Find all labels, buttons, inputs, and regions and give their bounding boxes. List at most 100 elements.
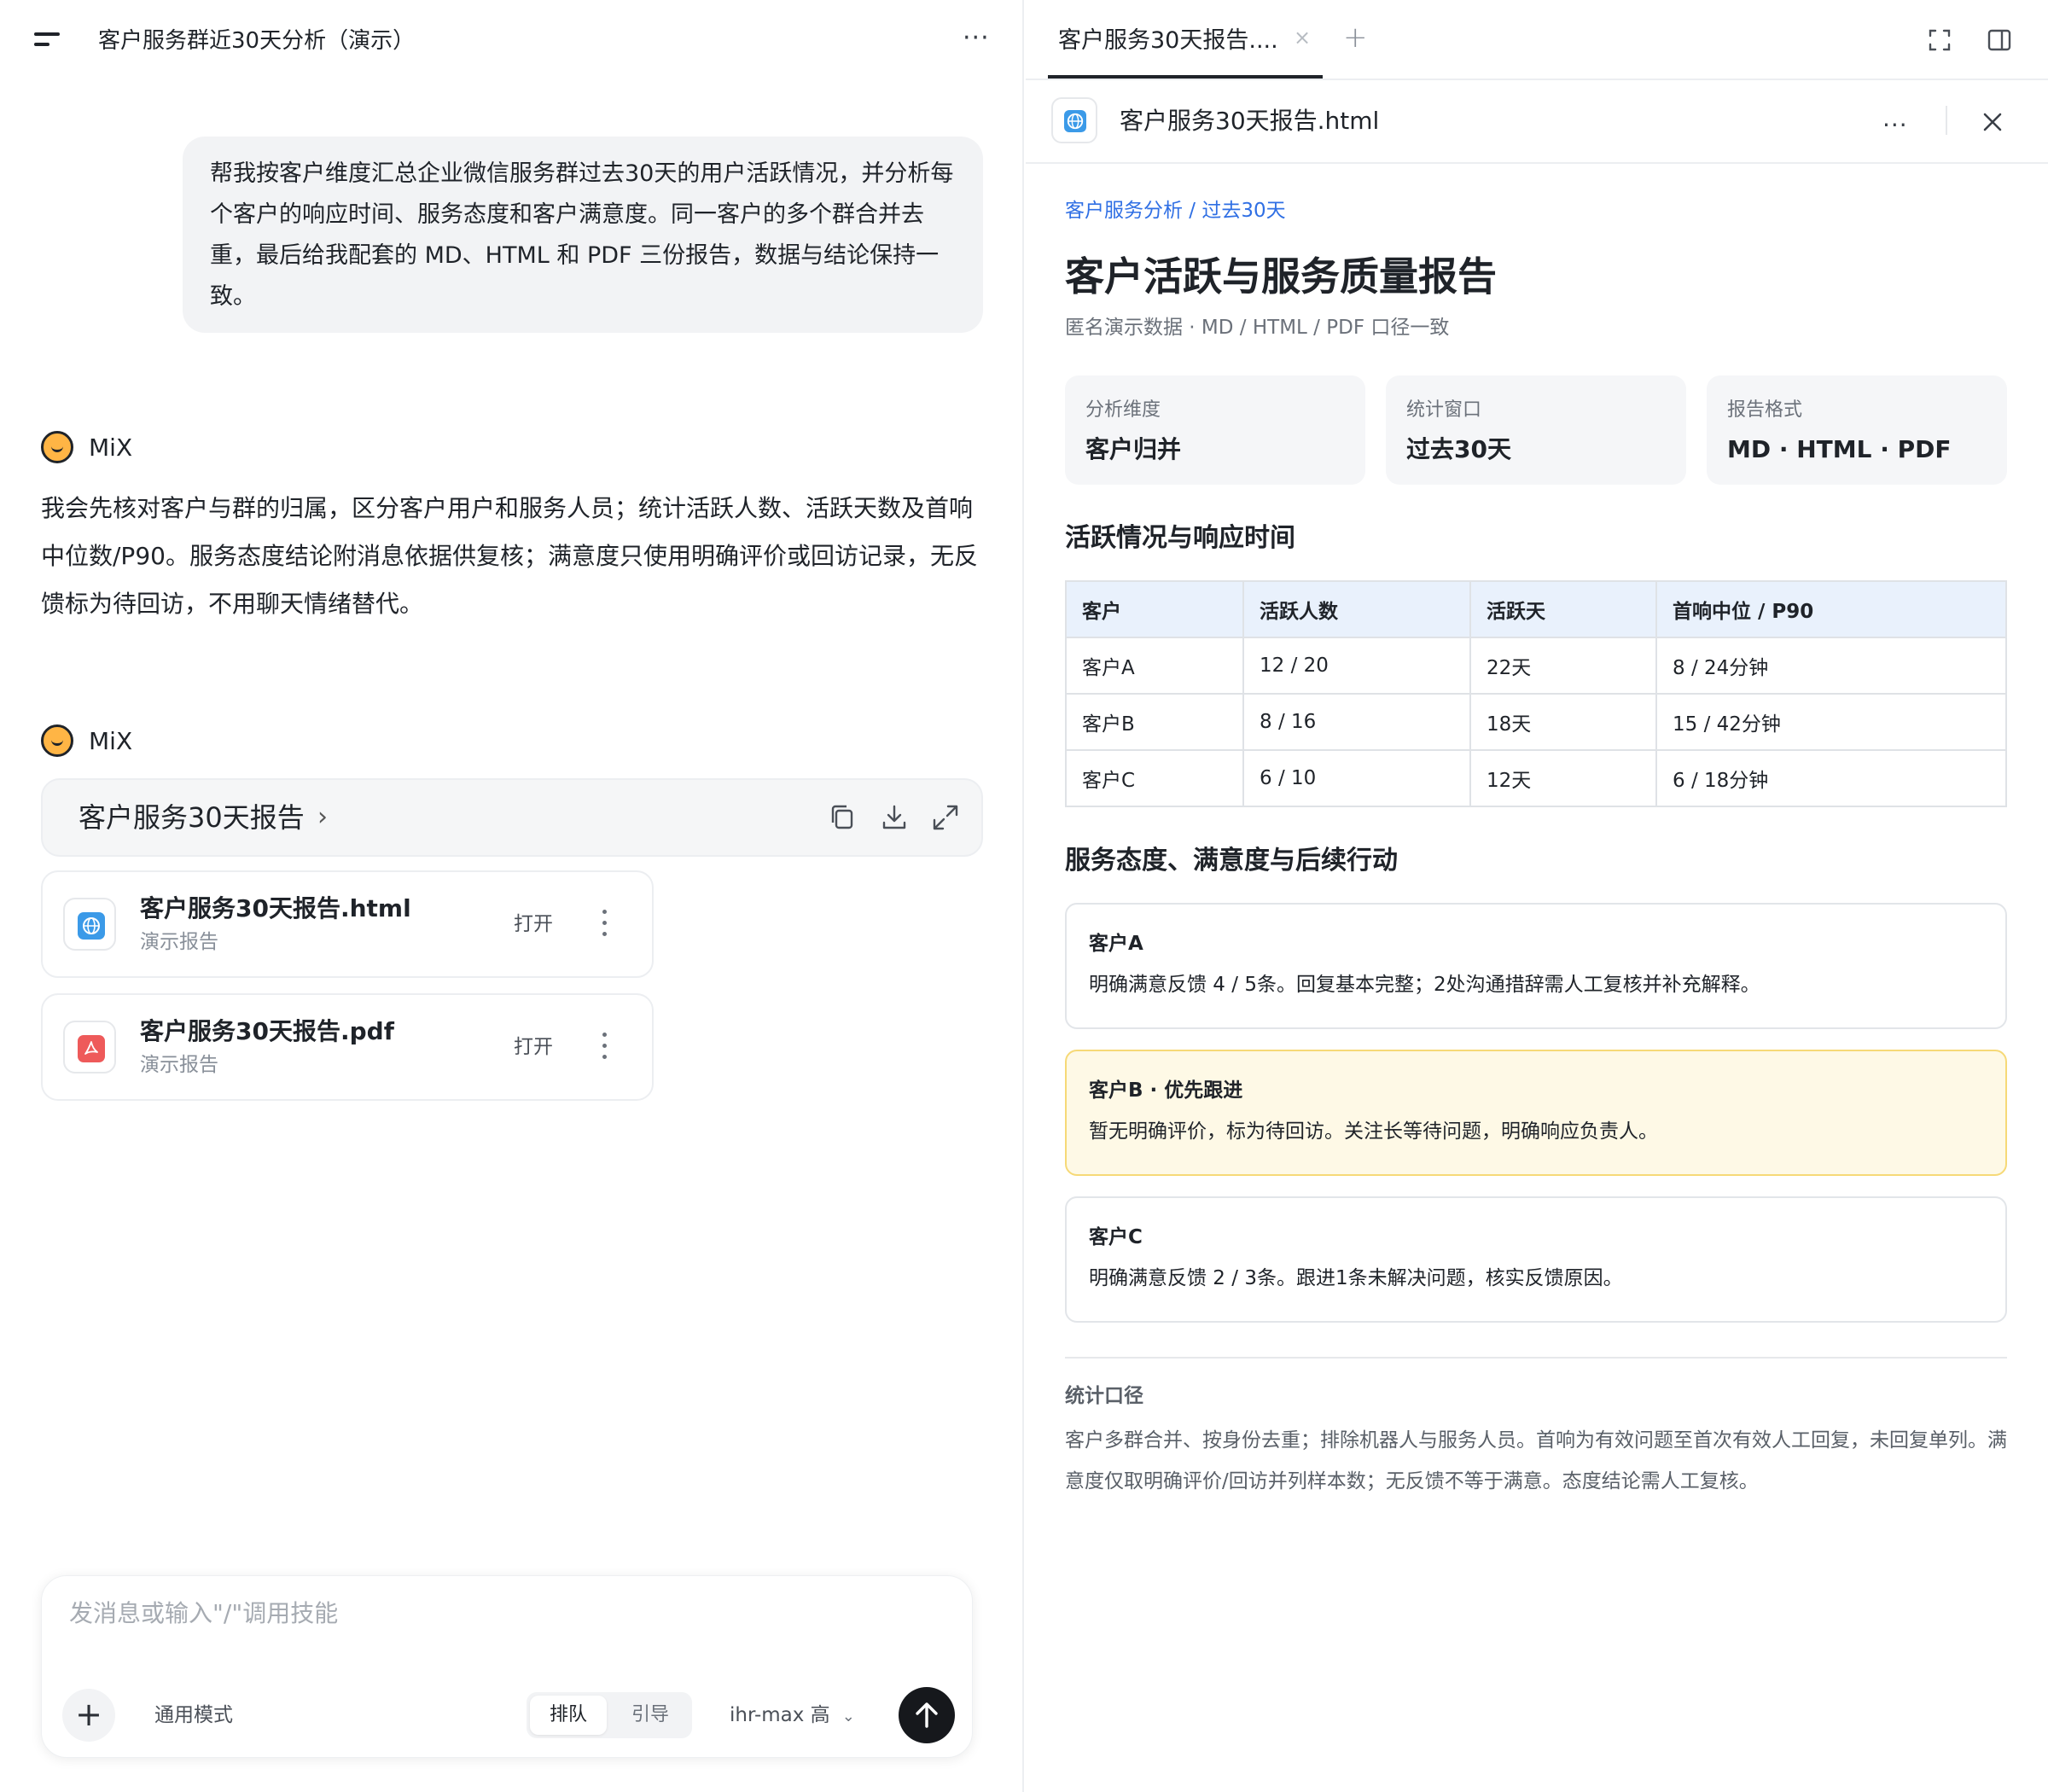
customer-note: 客户C 明确满意反馈 2 / 3条。跟进1条未解决问题，核实反馈原因。 <box>1065 1196 2007 1323</box>
sidebar-toggle-icon[interactable] <box>34 31 60 51</box>
message-composer[interactable]: 发消息或输入"/"调用技能 + 通用模式 排队 引导 ihr-max 高 ⌄ <box>41 1575 973 1758</box>
report-card-title: 客户服务30天报告 <box>79 801 305 834</box>
model-selector[interactable]: ihr-max 高 ⌄ <box>730 1701 855 1731</box>
table-cell: 客户B <box>1065 693 1244 751</box>
activity-table: 客户 活跃人数 活跃天 首响中位 / P90 客户A 12 / 20 22天 8… <box>1065 580 2007 807</box>
table-cell: 12 / 20 <box>1242 637 1471 695</box>
table-cell: 6 / 18分钟 <box>1655 749 2007 807</box>
assistant-reply: 我会先核对客户与群的归属，区分客户用户和服务人员；统计活跃人数、活跃天数及首响中… <box>41 494 978 618</box>
message-input[interactable]: 发消息或输入"/"调用技能 <box>69 1597 338 1631</box>
method-title: 统计口径 <box>1065 1385 1143 1407</box>
table-cell: 客户C <box>1065 749 1244 807</box>
close-icon[interactable] <box>1981 111 2004 133</box>
assistant-name: MiX <box>89 726 133 755</box>
note-body: 明确满意反馈 4 / 5条。回复基本完整；2处沟通措辞需人工复核并补充解释。 <box>1089 974 1760 996</box>
kpi-card: 统计窗口 过去30天 <box>1386 375 1686 485</box>
conversation-title: 客户服务群近30天分析（演示） <box>98 28 416 54</box>
guide-option[interactable]: 引导 <box>612 1696 689 1735</box>
preview-file-name: 客户服务30天报告.html <box>1120 107 1380 135</box>
file-subtitle: 演示报告 <box>140 1054 218 1076</box>
kpi-value: 客户归并 <box>1085 435 1182 463</box>
tab-bar: 客户服务30天报告.... × + <box>1026 0 2048 80</box>
column-header: 活跃天 <box>1469 580 1657 638</box>
customer-note-priority: 客户B · 优先跟进 暂无明确评价，标为待回访。关注长等待问题，明确响应负责人。 <box>1065 1050 2007 1176</box>
table-row: 客户C 6 / 10 12天 6 / 18分钟 <box>1065 749 2007 807</box>
file-type-icon <box>1051 97 1097 143</box>
column-header: 客户 <box>1065 580 1244 638</box>
fullscreen-icon[interactable] <box>1927 27 1952 53</box>
new-tab-icon[interactable]: + <box>1343 20 1368 55</box>
file-type-icon <box>63 1021 116 1073</box>
customer-note: 客户A 明确满意反馈 4 / 5条。回复基本完整；2处沟通措辞需人工复核并补充解… <box>1065 903 2007 1029</box>
file-card-pdf[interactable]: 客户服务30天报告.pdf 演示报告 打开 <box>41 993 654 1101</box>
table-cell: 8 / 24分钟 <box>1655 637 2007 695</box>
note-title: 客户C <box>1089 1226 1143 1248</box>
table-header-row: 客户 活跃人数 活跃天 首响中位 / P90 <box>1065 580 2007 638</box>
more-options-icon[interactable]: ··· <box>1882 113 1908 138</box>
assistant-name: MiX <box>89 433 133 462</box>
kpi-card: 报告格式 MD · HTML · PDF <box>1707 375 2007 485</box>
tab-report[interactable]: 客户服务30天报告.... <box>1058 24 1278 58</box>
note-title: 客户B · 优先跟进 <box>1089 1079 1243 1102</box>
method-body: 客户多群合并、按身份去重；排除机器人与服务人员。首响为有效问题至首次有效人工回复… <box>1065 1429 2007 1492</box>
queue-guide-toggle[interactable]: 排队 引导 <box>527 1692 692 1738</box>
pdf-icon <box>84 1041 98 1055</box>
chevron-down-icon: ⌄ <box>841 1708 855 1725</box>
kpi-value: MD · HTML · PDF <box>1727 435 1952 463</box>
divider <box>1946 106 1947 135</box>
table-cell: 6 / 10 <box>1242 749 1471 807</box>
open-button[interactable]: 打开 <box>514 1033 553 1062</box>
expand-icon[interactable] <box>930 802 961 833</box>
assistant-avatar <box>41 724 73 757</box>
divider <box>1065 1357 2007 1359</box>
kebab-menu-icon[interactable] <box>602 908 608 939</box>
side-panel-icon[interactable] <box>1987 27 2012 53</box>
file-name: 客户服务30天报告.pdf <box>140 1017 394 1045</box>
column-header: 活跃人数 <box>1242 580 1471 638</box>
kpi-label: 分析维度 <box>1085 399 1161 421</box>
chat-pane: 客户服务群近30天分析（演示） ··· 帮我按客户维度汇总企业微信服务群过去30… <box>0 0 1024 1792</box>
arrow-up-icon <box>916 1702 938 1728</box>
add-attachment-button[interactable]: + <box>62 1689 115 1742</box>
app-window: 客户服务群近30天分析（演示） ··· 帮我按客户维度汇总企业微信服务群过去30… <box>0 0 2048 1792</box>
globe-icon <box>1067 113 1084 130</box>
file-card-html[interactable]: 客户服务30天报告.html 演示报告 打开 <box>41 870 654 978</box>
file-type-icon <box>63 898 116 951</box>
kebab-menu-icon[interactable] <box>602 1031 608 1062</box>
send-button[interactable] <box>899 1687 955 1743</box>
column-header: 首响中位 / P90 <box>1655 580 2007 638</box>
close-tab-icon[interactable]: × <box>1294 26 1311 49</box>
assistant-header: MiX <box>41 430 132 464</box>
table-cell: 8 / 16 <box>1242 693 1471 751</box>
more-options-icon[interactable]: ··· <box>963 26 990 51</box>
table-cell: 15 / 42分钟 <box>1655 693 2007 751</box>
queue-option[interactable]: 排队 <box>530 1696 607 1735</box>
copy-icon[interactable] <box>828 802 858 833</box>
section-heading: 服务态度、满意度与后续行动 <box>1065 846 1398 876</box>
breadcrumb[interactable]: 客户服务分析 / 过去30天 <box>1065 198 1286 224</box>
table-row: 客户B 8 / 16 18天 15 / 42分钟 <box>1065 693 2007 751</box>
preview-pane: 客户服务30天报告.... × + 客户服务30天报告.html ··· 客户服 <box>1026 0 2048 1792</box>
note-body: 明确满意反馈 2 / 3条。跟进1条未解决问题，核实反馈原因。 <box>1089 1267 1623 1289</box>
user-message: 帮我按客户维度汇总企业微信服务群过去30天的用户活跃情况，并分析每个客户的响应时… <box>183 137 983 333</box>
chevron-right-icon[interactable]: › <box>317 802 328 832</box>
globe-icon <box>83 917 100 934</box>
table-cell: 12天 <box>1469 749 1657 807</box>
table-cell: 18天 <box>1469 693 1657 751</box>
file-header: 客户服务30天报告.html ··· <box>1026 82 2048 164</box>
table-cell: 客户A <box>1065 637 1244 695</box>
kpi-label: 报告格式 <box>1727 399 1803 421</box>
mode-selector[interactable]: 通用模式 <box>154 1701 233 1730</box>
table-cell: 22天 <box>1469 637 1657 695</box>
report-card[interactable]: 客户服务30天报告 › <box>41 778 983 857</box>
table-row: 客户A 12 / 20 22天 8 / 24分钟 <box>1065 637 2007 695</box>
note-body: 暂无明确评价，标为待回访。关注长等待问题，明确响应负责人。 <box>1089 1120 1658 1143</box>
download-icon[interactable] <box>879 802 910 833</box>
section-heading: 活跃情况与响应时间 <box>1065 523 1295 553</box>
report-title: 客户活跃与服务质量报告 <box>1065 253 1497 300</box>
note-title: 客户A <box>1089 933 1143 955</box>
open-button[interactable]: 打开 <box>514 910 553 939</box>
kpi-card: 分析维度 客户归并 <box>1065 375 1365 485</box>
report-subtitle: 匿名演示数据 · MD / HTML / PDF 口径一致 <box>1065 317 1450 339</box>
model-name: ihr-max 高 <box>730 1704 830 1726</box>
